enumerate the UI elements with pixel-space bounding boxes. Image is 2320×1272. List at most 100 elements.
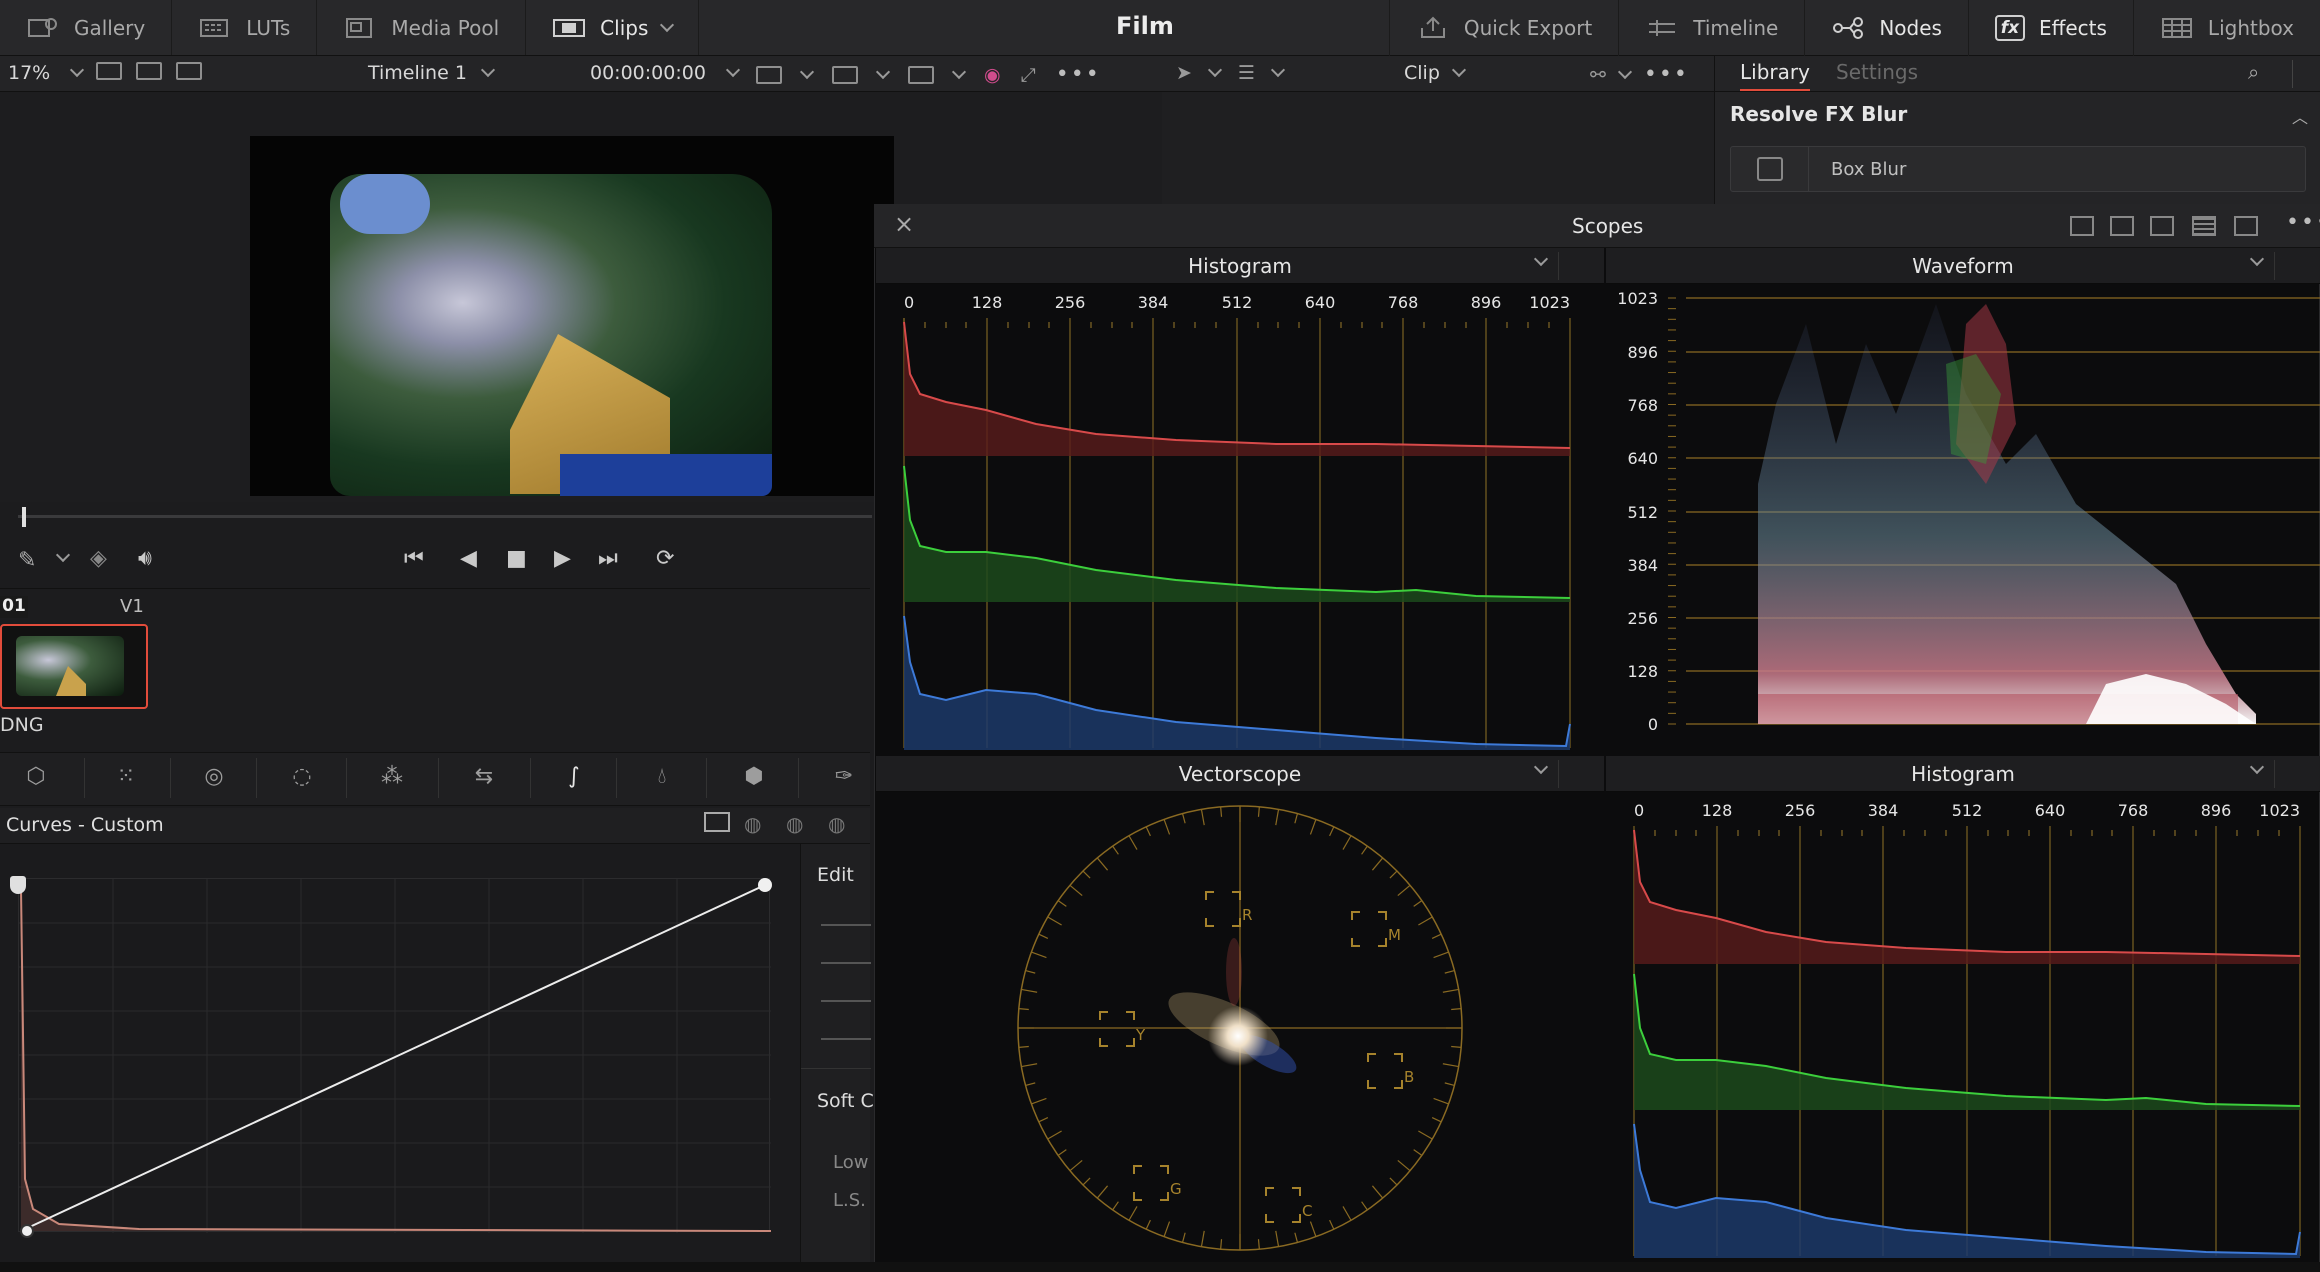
- layout-two-icon[interactable]: [2110, 216, 2134, 236]
- low-label: Low: [833, 1152, 869, 1173]
- timecode-dropdown[interactable]: 00:00:00:00: [590, 62, 740, 84]
- vectorscope-target-label: R: [1242, 906, 1252, 924]
- grid-viewer-icon[interactable]: [136, 62, 162, 80]
- stop-icon[interactable]: ■: [506, 546, 527, 571]
- histogram-tick-label: 0: [904, 293, 914, 312]
- color-picker-icon[interactable]: ◉: [984, 64, 1001, 86]
- scope-settings-icon[interactable]: [2274, 760, 2312, 788]
- hdr-wheels-icon[interactable]: ◌: [284, 764, 320, 794]
- tab-library[interactable]: Library: [1740, 60, 1810, 91]
- hue-vs-sat-icon[interactable]: ◍: [786, 812, 803, 836]
- curves-graph[interactable]: [18, 878, 772, 1233]
- rgb-mixer-icon[interactable]: ⁂: [374, 764, 410, 794]
- layers-icon[interactable]: ◈: [90, 546, 107, 571]
- gallery-button[interactable]: Gallery: [0, 0, 173, 55]
- media-pool-button[interactable]: Media Pool: [317, 0, 527, 55]
- loop-icon[interactable]: ⟳: [656, 546, 674, 571]
- luts-button[interactable]: LUTs: [172, 0, 318, 55]
- viewer-image: [330, 174, 772, 496]
- node-editor[interactable]: [1158, 92, 1714, 204]
- clip-track: V1: [120, 596, 144, 617]
- playhead[interactable]: [22, 507, 26, 527]
- library-tabs: Library Settings ⌕: [1714, 56, 2320, 92]
- effects-button[interactable]: fx Effects: [1969, 0, 2134, 56]
- layout-stack-icon[interactable]: [2192, 216, 2216, 236]
- timeline-dropdown[interactable]: Timeline 1: [368, 62, 495, 84]
- chevron-down-icon[interactable]: [55, 547, 71, 563]
- hdr-monitor-icon[interactable]: [832, 65, 858, 84]
- curves-icon[interactable]: ∫: [556, 764, 592, 794]
- volume-icon[interactable]: 🔊︎: [138, 546, 152, 571]
- single-viewer-icon[interactable]: [96, 62, 122, 80]
- curve-top-handle[interactable]: [10, 876, 26, 894]
- clip-thumbnail[interactable]: [0, 624, 148, 709]
- quick-export-label: Quick Export: [1463, 16, 1593, 40]
- quick-export-button[interactable]: Quick Export: [1388, 0, 1620, 56]
- layout-single-icon[interactable]: [2070, 216, 2094, 236]
- waveform-scope: 1023 896 768 640 512 384 256 128 0: [1617, 289, 2320, 734]
- nodes-button[interactable]: Nodes: [1805, 0, 1969, 56]
- scope-settings-icon[interactable]: [2274, 252, 2312, 280]
- clips-button[interactable]: Clips: [526, 0, 700, 55]
- box-blur-item[interactable]: Box Blur: [1730, 146, 2306, 192]
- layout-grid-icon[interactable]: [2234, 216, 2258, 236]
- picker-tool-icon[interactable]: ✎: [18, 548, 36, 573]
- chevron-down-icon[interactable]: [875, 64, 891, 79]
- timeline-button[interactable]: Timeline: [1619, 0, 1806, 56]
- skip-start-icon[interactable]: ⏮︎: [404, 546, 424, 571]
- chevron-down-icon[interactable]: [1617, 64, 1632, 79]
- more-icon[interactable]: •••: [1644, 62, 1689, 87]
- chevron-down-icon[interactable]: [1207, 62, 1222, 78]
- scope-settings-icon[interactable]: [1558, 252, 1596, 280]
- curve-start-point[interactable]: [20, 1224, 34, 1238]
- pointer-icon[interactable]: ➤: [1176, 62, 1192, 84]
- custom-curve-icon[interactable]: [704, 812, 730, 832]
- layout-quad-icon[interactable]: [2150, 216, 2174, 236]
- more-icon[interactable]: •••: [2286, 210, 2320, 235]
- search-icon[interactable]: ⌕: [2248, 60, 2259, 84]
- color-wheels-icon[interactable]: ◎: [196, 764, 232, 794]
- chevron-down-icon[interactable]: [1270, 62, 1286, 78]
- play-icon[interactable]: ▶︎: [554, 546, 571, 571]
- zoom-dropdown[interactable]: 17%: [8, 62, 85, 84]
- chevron-down-icon: [70, 62, 85, 78]
- step-back-icon[interactable]: ◀︎: [460, 546, 477, 571]
- viewer-size-icon[interactable]: [756, 65, 782, 84]
- clips-label: Clips: [600, 15, 649, 40]
- histogram-bottom-scope: 0 128 256 384 512 640 768 896 1023: [1633, 801, 2301, 1258]
- lum-vs-sat-icon[interactable]: ◍: [828, 812, 845, 836]
- color-match-icon[interactable]: ⁙: [108, 764, 144, 794]
- eyedropper-icon[interactable]: ✑: [826, 764, 862, 794]
- camera-raw-icon[interactable]: ⬡: [18, 764, 54, 794]
- close-icon[interactable]: ×: [894, 210, 914, 238]
- skip-end-icon[interactable]: ⏭︎: [598, 546, 618, 571]
- histogram-top-header: Histogram: [876, 248, 1604, 284]
- fx-icon: fx: [1994, 15, 2025, 41]
- node-mode-dropdown[interactable]: Clip: [1404, 62, 1466, 84]
- compare-viewer-icon[interactable]: [176, 62, 202, 80]
- motion-effects-icon[interactable]: ⇆: [466, 764, 502, 794]
- quick-export-icon: [1420, 16, 1445, 38]
- waveform-tick-label: 0: [1648, 715, 1658, 734]
- fullscreen-icon[interactable]: ⤢: [1021, 64, 1036, 86]
- scope-settings-icon[interactable]: [1558, 760, 1596, 788]
- list-icon[interactable]: ☰: [1238, 62, 1255, 84]
- chevron-down-icon: [660, 17, 675, 32]
- scopes-title: Scopes: [1572, 214, 1644, 238]
- scrub-bar[interactable]: [18, 515, 872, 518]
- curve-end-point[interactable]: [758, 878, 772, 892]
- chevron-up-icon[interactable]: ︿: [2292, 104, 2308, 128]
- tab-settings[interactable]: Settings: [1836, 60, 1918, 84]
- lightbox-button[interactable]: Lightbox: [2134, 0, 2320, 56]
- overlay-icon[interactable]: [908, 65, 934, 84]
- waveform-tick-label: 768: [1627, 396, 1658, 415]
- qualifier-icon[interactable]: 💧︎: [644, 764, 680, 794]
- chevron-down-icon[interactable]: [799, 64, 815, 79]
- histogram-tick-label: 512: [1952, 801, 1983, 820]
- node-graph-icon[interactable]: ⚯: [1590, 64, 1606, 86]
- histogram-tick-label: 1023: [1529, 293, 1570, 312]
- chevron-down-icon[interactable]: [951, 64, 967, 79]
- more-icon[interactable]: •••: [1056, 62, 1101, 87]
- hue-vs-hue-icon[interactable]: ◍: [744, 812, 761, 836]
- window-icon[interactable]: ⬢: [736, 764, 772, 794]
